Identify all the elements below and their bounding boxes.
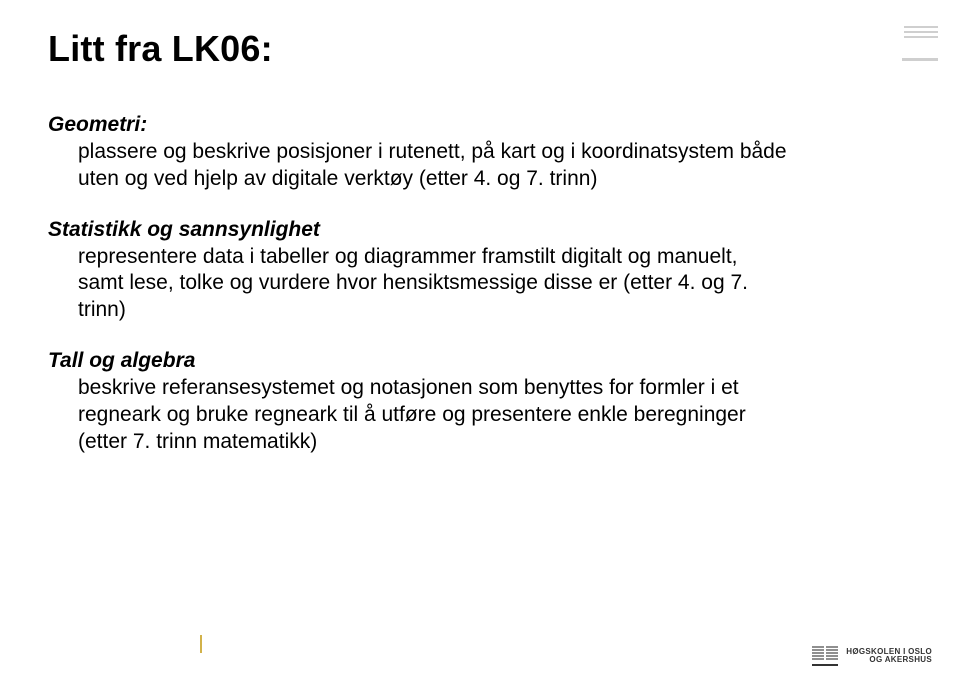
decorative-marks bbox=[902, 26, 938, 64]
section-body: beskrive referansesystemet og notasjonen… bbox=[78, 375, 788, 456]
institution-logo: HØGSKOLEN I OSLO OG AKERSHUS bbox=[812, 645, 932, 667]
slide-content: Geometri: plassere og beskrive posisjone… bbox=[48, 112, 788, 456]
section-heading: Tall og algebra bbox=[48, 348, 788, 375]
section-geometri: Geometri: plassere og beskrive posisjone… bbox=[48, 112, 788, 193]
slide: Litt fra LK06: Geometri: plassere og bes… bbox=[0, 0, 960, 681]
section-heading: Geometri: bbox=[48, 112, 788, 139]
logo-text: HØGSKOLEN I OSLO OG AKERSHUS bbox=[846, 648, 932, 665]
logo-line2: OG AKERSHUS bbox=[846, 656, 932, 664]
section-body: representere data i tabeller og diagramm… bbox=[78, 244, 788, 325]
footer-divider bbox=[200, 635, 202, 653]
section-body: plassere og beskrive posisjoner i rutene… bbox=[78, 139, 788, 193]
section-statistikk: Statistikk og sannsynlighet representere… bbox=[48, 217, 788, 325]
slide-title: Litt fra LK06: bbox=[48, 28, 912, 70]
section-tall-algebra: Tall og algebra beskrive referansesystem… bbox=[48, 348, 788, 456]
logo-icon bbox=[812, 645, 838, 667]
section-heading: Statistikk og sannsynlighet bbox=[48, 217, 788, 244]
